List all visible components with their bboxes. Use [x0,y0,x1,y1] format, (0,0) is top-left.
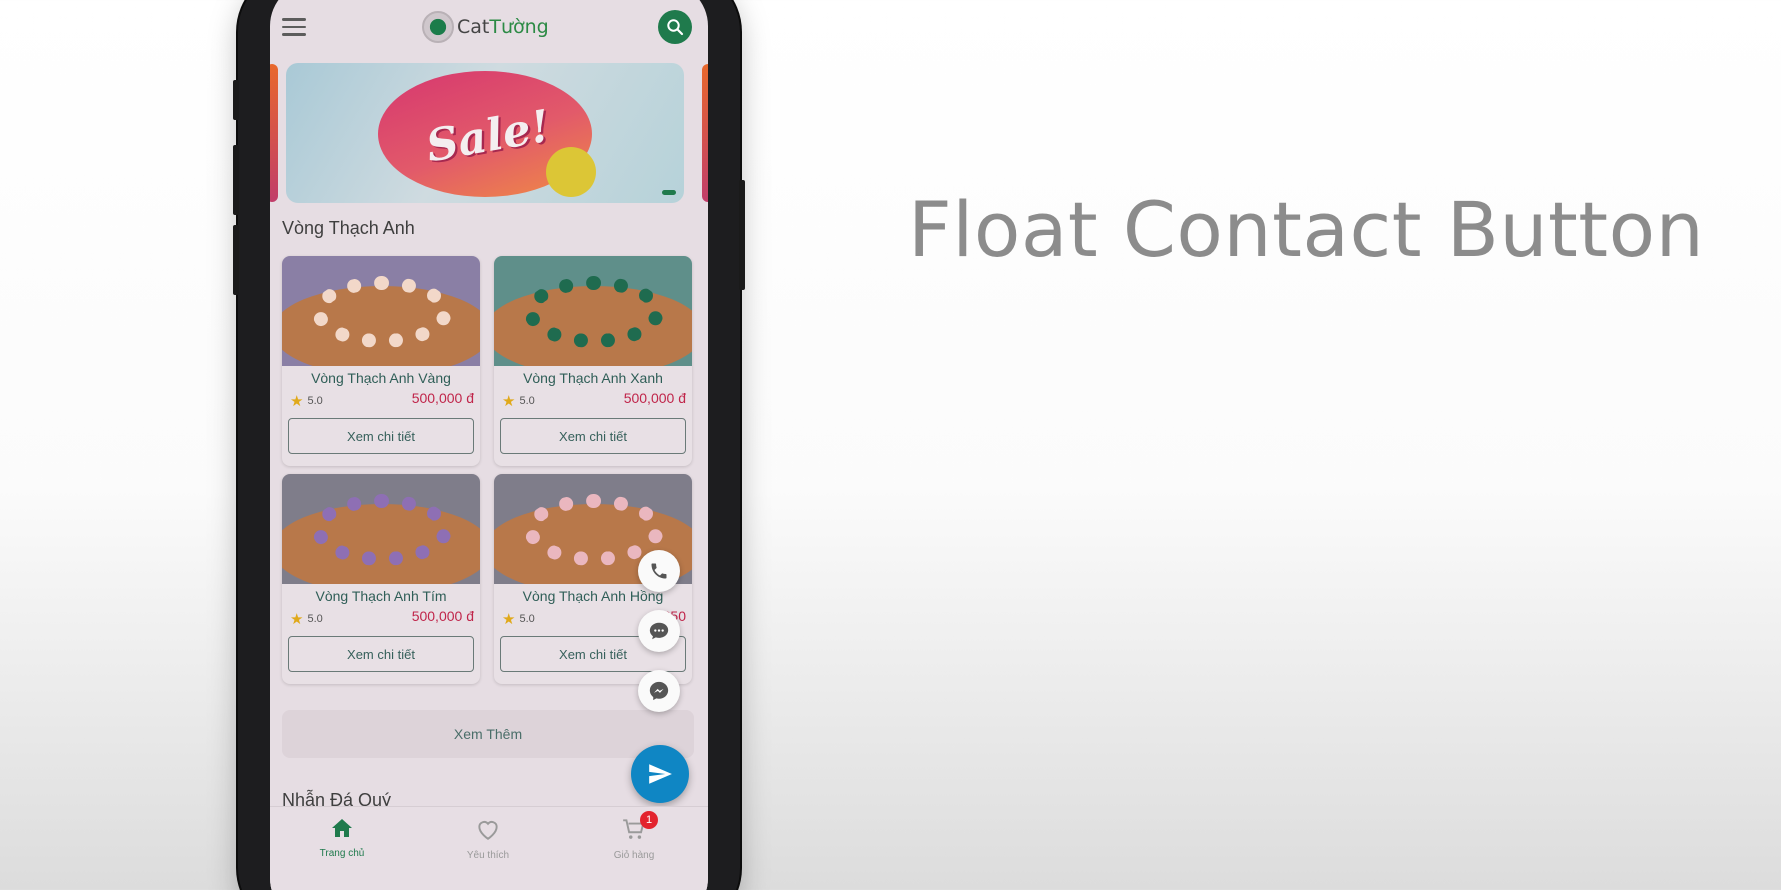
banner-sun-shape [546,147,596,197]
product-image[interactable] [282,474,480,584]
nav-favorites-label: Yêu thích [466,850,510,861]
nav-favorites[interactable]: Yêu thích [438,817,538,861]
app-header: CatTường [270,0,708,56]
search-button[interactable] [658,10,692,44]
float-contact-toggle-button[interactable] [631,745,689,803]
product-card[interactable]: Vòng Thạch Anh Tím ★ 5.0 500,000 đ Xem ch… [282,474,480,684]
hamburger-menu-icon[interactable] [282,18,306,36]
bottom-navigation: Trang chủ Yêu thích 1 Giỏ hàng [270,806,708,890]
banner-page-indicator[interactable] [662,190,676,195]
star-icon: ★ [290,393,304,410]
cart-count-badge: 1 [640,811,658,829]
nav-home[interactable]: Trang chủ [292,817,392,859]
phone-mute-switch [233,80,239,120]
product-image[interactable] [282,256,480,366]
chat-bubble-icon [649,622,669,640]
product-card[interactable]: Vòng Thạch Anh Xanh ★ 5.0 500,000 đ Xem c… [494,256,692,466]
product-rating: ★ 5.0 [502,393,535,410]
product-rating: ★ 5.0 [502,611,535,628]
view-detail-button[interactable]: Xem chi tiết [288,418,474,454]
view-detail-button[interactable]: Xem chi tiết [288,636,474,672]
logo-text: CatTường [457,16,549,38]
phone-screen: CatTường Sale! Vòng Thạch Anh Vòng Thạch… [270,0,708,890]
logo-clover-icon [422,11,454,43]
sms-button[interactable] [638,610,680,652]
heart-icon [478,821,498,840]
phone-icon [651,563,667,579]
promo-title: Float Contact Button [908,185,1705,274]
product-name[interactable]: Vòng Thạch Anh Xanh [494,370,692,386]
call-button[interactable] [638,550,680,592]
product-price: 500,000 đ [411,390,474,406]
phone-power-button [739,180,745,290]
search-icon [667,19,684,36]
home-icon [332,819,352,837]
product-name[interactable]: Vòng Thạch Anh Tím [282,588,480,604]
product-price: 500,000 đ [623,390,686,406]
view-detail-button[interactable]: Xem chi tiết [500,418,686,454]
messenger-button[interactable] [638,670,680,712]
see-more-button[interactable]: Xem Thêm [282,710,694,758]
sale-banner[interactable]: Sale! [286,63,684,203]
product-name[interactable]: Vòng Thạch Anh Vàng [282,370,480,386]
messenger-icon [649,681,669,701]
phone-frame: CatTường Sale! Vòng Thạch Anh Vòng Thạch… [233,0,745,890]
star-icon: ★ [290,611,304,628]
nav-home-label: Trang chủ [319,848,365,859]
nav-cart[interactable]: 1 Giỏ hàng [584,811,684,861]
phone-volume-up [233,145,239,215]
banner-next-slide[interactable] [702,64,708,202]
product-image[interactable] [494,256,692,366]
app-content: CatTường Sale! Vòng Thạch Anh Vòng Thạch… [270,0,708,890]
star-icon: ★ [502,393,516,410]
app-logo[interactable]: CatTường [422,10,549,44]
send-icon [649,764,672,784]
phone-volume-down [233,225,239,295]
product-card[interactable]: Vòng Thạch Anh Vàng ★ 5.0 500,000 đ Xem c… [282,256,480,466]
section-title-quartz: Vòng Thạch Anh [282,218,415,238]
product-rating: ★ 5.0 [290,611,323,628]
product-rating: ★ 5.0 [290,393,323,410]
nav-cart-label: Giỏ hàng [613,850,655,861]
product-price: 500,000 đ [411,608,474,624]
banner-prev-slide[interactable] [270,64,278,202]
star-icon: ★ [502,611,516,628]
